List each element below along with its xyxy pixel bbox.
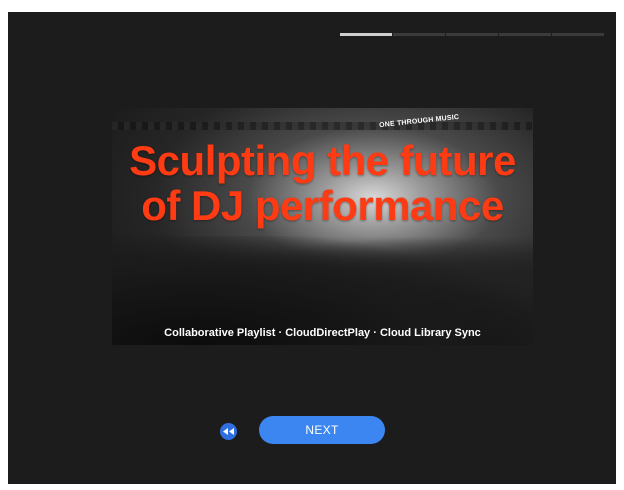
- progress-step-5: [552, 33, 604, 36]
- previous-button[interactable]: [220, 423, 237, 440]
- slide-heading: Sculpting the future of DJ performance: [129, 137, 516, 229]
- progress-step-3: [446, 33, 498, 36]
- slide-caption: Collaborative Playlist · CloudDirectPlay…: [164, 327, 481, 339]
- onboarding-screen: ONE THROUGH MUSIC Sculpting the future o…: [8, 12, 616, 484]
- rewind-icon: [223, 428, 234, 435]
- stage-lighting-truss: [112, 122, 533, 130]
- next-button[interactable]: NEXT: [259, 416, 385, 444]
- progress-step-4: [499, 33, 551, 36]
- promo-slide-image: ONE THROUGH MUSIC Sculpting the future o…: [112, 108, 533, 345]
- progress-step-2: [393, 33, 445, 36]
- step-progress-indicator: [340, 33, 605, 36]
- progress-step-1: [340, 33, 392, 36]
